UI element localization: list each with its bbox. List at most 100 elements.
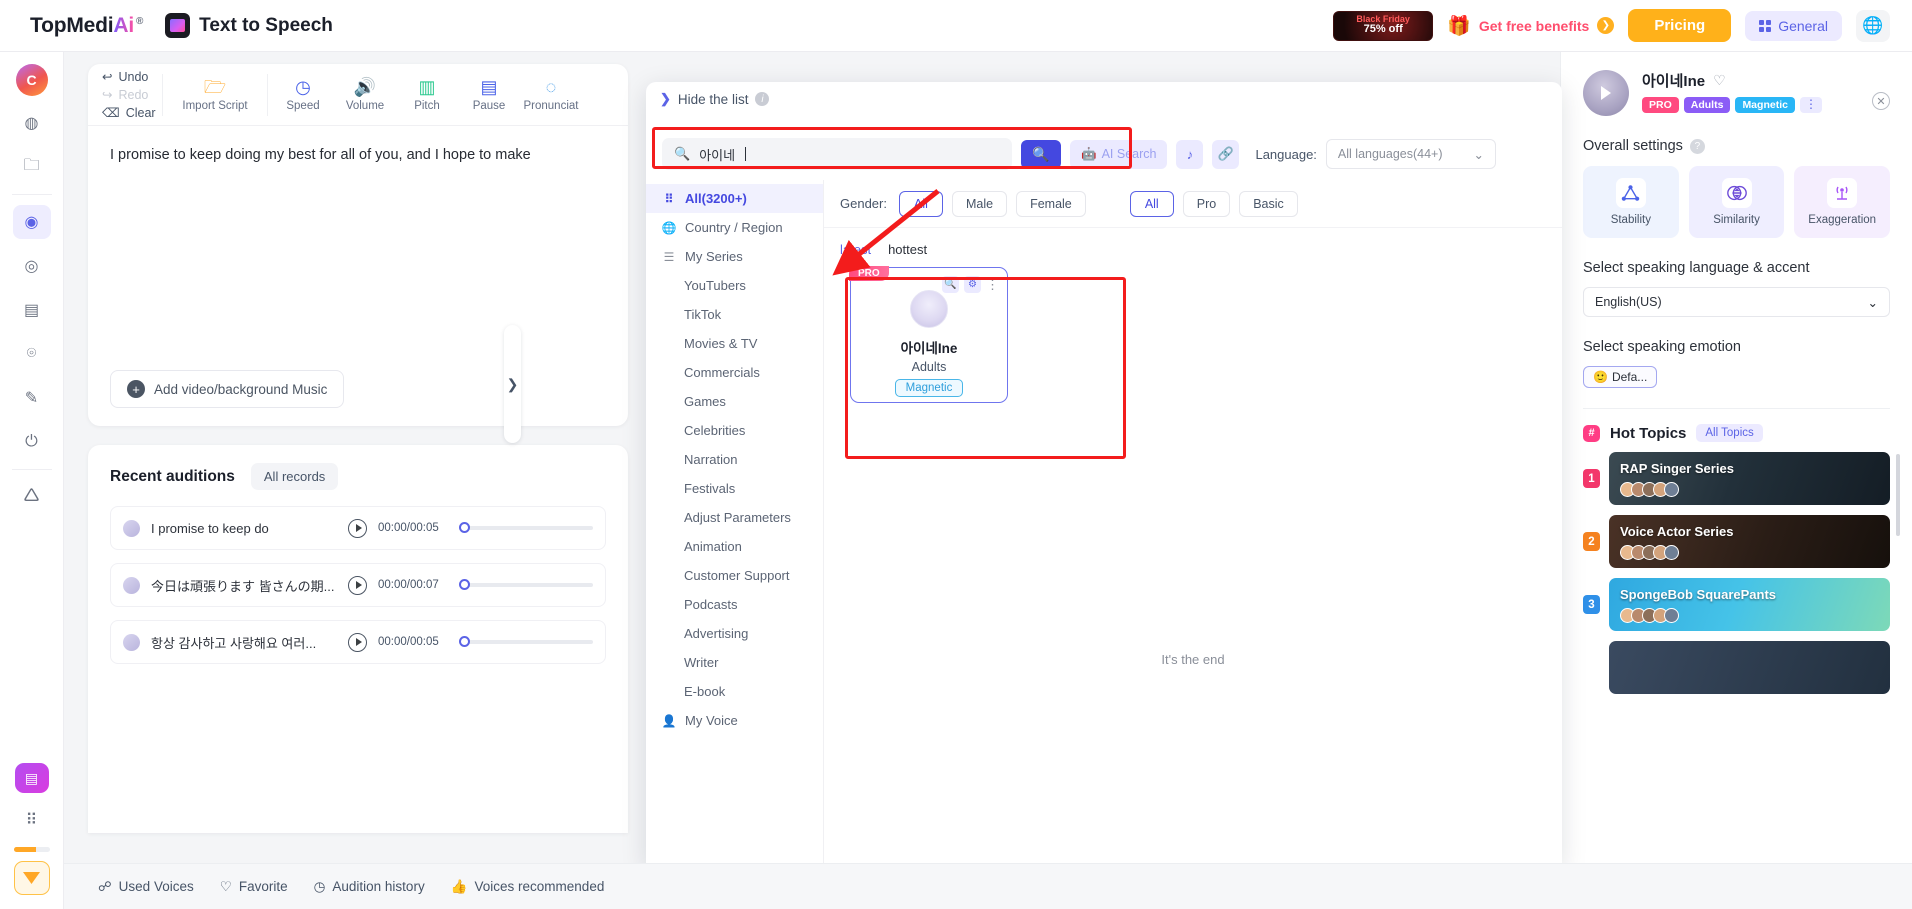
- expand-panel-handle[interactable]: ❯: [504, 325, 521, 443]
- voice-card[interactable]: PRO 🔍 ⚙ ⋮ 아이네Ine Adults Magnetic: [849, 266, 1008, 403]
- sidebar-item-games[interactable]: Games: [646, 387, 823, 416]
- info-icon[interactable]: i: [755, 92, 770, 106]
- general-button[interactable]: General: [1745, 10, 1842, 41]
- similarity-setting-button[interactable]: Similarity: [1688, 166, 1785, 238]
- gender-chip-male[interactable]: Male: [951, 190, 1008, 217]
- pronunciation-button[interactable]: ◌ Pronunciat: [520, 78, 582, 112]
- audio-progress-slider[interactable]: [459, 522, 593, 533]
- apps-grid-icon[interactable]: ⠿: [13, 803, 51, 837]
- topics-scrollbar[interactable]: [1896, 454, 1900, 536]
- list-item[interactable]: 2 Voice Actor Series: [1583, 515, 1890, 568]
- more-options-icon[interactable]: ⋮: [1799, 97, 1822, 113]
- sidebar-item-advertising[interactable]: Advertising: [646, 619, 823, 648]
- pause-button[interactable]: ▤ Pause: [458, 78, 520, 112]
- play-icon[interactable]: [348, 575, 367, 595]
- audition-history-button[interactable]: ◷ Audition history: [314, 879, 425, 895]
- heart-icon[interactable]: ♡: [1713, 72, 1726, 89]
- upload-audio-button[interactable]: ♪: [1176, 139, 1204, 169]
- undo-button[interactable]: ↩ Undo: [102, 69, 158, 85]
- stability-setting-button[interactable]: Stability: [1583, 166, 1679, 238]
- close-icon[interactable]: ✕: [1872, 92, 1890, 110]
- folder-icon[interactable]: 🗀: [13, 150, 51, 184]
- sidebar-item-narration[interactable]: Narration: [646, 445, 823, 474]
- text-to-speech-icon[interactable]: ◉: [12, 205, 51, 239]
- preview-search-icon[interactable]: 🔍: [942, 276, 959, 293]
- search-input[interactable]: 🔍 아이네: [662, 138, 1012, 170]
- audio-progress-slider[interactable]: [459, 579, 593, 590]
- list-item[interactable]: 3 SpongeBob SquarePants: [1583, 578, 1890, 631]
- speed-button[interactable]: ◷ Speed: [272, 78, 334, 112]
- briefcase-icon[interactable]: 🛆: [13, 480, 51, 514]
- sidebar-item-customer-support[interactable]: Customer Support: [646, 561, 823, 590]
- slider-knob[interactable]: [459, 636, 470, 647]
- sidebar-item-adjust-parameters[interactable]: Adjust Parameters: [646, 503, 823, 532]
- pricing-button[interactable]: Pricing: [1628, 9, 1732, 42]
- voice-preview-play-button[interactable]: [1583, 70, 1629, 116]
- speaking-emotion-chip[interactable]: 🙂 Defa...: [1583, 366, 1658, 388]
- play-icon[interactable]: [348, 518, 367, 538]
- dashboard-icon[interactable]: ◍: [13, 106, 51, 140]
- sidebar-item-youtubers[interactable]: YouTubers: [646, 271, 823, 300]
- sidebar-item-my-voice[interactable]: 👤 My Voice: [646, 706, 823, 735]
- paste-link-button[interactable]: 🔗: [1212, 139, 1240, 169]
- add-background-music-button[interactable]: + Add video/background Music: [110, 370, 345, 408]
- exaggeration-setting-button[interactable]: Exaggeration: [1794, 166, 1891, 238]
- ai-writer-icon[interactable]: ✎: [13, 381, 51, 415]
- search-submit-button[interactable]: 🔍: [1021, 139, 1061, 169]
- language-filter-select[interactable]: All languages(44+) ⌄: [1325, 139, 1496, 169]
- speaker-icon[interactable]: ⏻: [13, 425, 51, 459]
- audio-progress-slider[interactable]: [459, 636, 593, 647]
- sidebar-item-celebrities[interactable]: Celebrities: [646, 416, 823, 445]
- clear-button[interactable]: ⌫ Clear: [102, 105, 158, 121]
- all-records-button[interactable]: All records: [250, 463, 339, 490]
- brand-logo[interactable]: TopMediAi ® Text to Speech: [30, 13, 333, 38]
- tier-chip-all[interactable]: All: [1129, 190, 1174, 217]
- sidebar-item-ebook[interactable]: E-book: [646, 677, 823, 706]
- voice-changer-icon[interactable]: ◎: [13, 249, 51, 283]
- table-row[interactable]: 항상 감사하고 사랑해요 여러... 00:00/00:05: [110, 620, 606, 664]
- redo-button[interactable]: ↪ Redo: [102, 87, 158, 103]
- script-textarea[interactable]: I promise to keep doing my best for all …: [88, 126, 628, 366]
- video-translate-icon[interactable]: ▤: [13, 293, 51, 327]
- used-voices-button[interactable]: ☍ Used Voices: [98, 879, 194, 895]
- help-icon[interactable]: ?: [1689, 138, 1705, 154]
- sort-latest[interactable]: latest: [840, 242, 871, 257]
- topic-card[interactable]: RAP Singer Series: [1609, 452, 1890, 505]
- hide-the-list-button[interactable]: ❯ Hide the list i: [660, 91, 770, 107]
- slider-knob[interactable]: [459, 579, 470, 590]
- topic-card[interactable]: Voice Actor Series: [1609, 515, 1890, 568]
- tier-chip-basic[interactable]: Basic: [1239, 190, 1298, 217]
- voices-recommended-button[interactable]: 👍 Voices recommended: [451, 879, 605, 895]
- sidebar-item-animation[interactable]: Animation: [646, 532, 823, 561]
- get-free-benefits-button[interactable]: 🎁 Get free benefits ❯: [1447, 14, 1615, 38]
- all-topics-button[interactable]: All Topics: [1696, 424, 1763, 442]
- language-globe-button[interactable]: 🌐: [1856, 9, 1890, 42]
- volume-button[interactable]: 🔊 Volume: [334, 78, 396, 112]
- play-icon[interactable]: [348, 632, 367, 652]
- table-row[interactable]: I promise to keep do 00:00/00:05: [110, 506, 606, 550]
- sort-hottest[interactable]: hottest: [888, 242, 927, 257]
- topic-card[interactable]: SpongeBob SquarePants: [1609, 578, 1890, 631]
- slider-knob[interactable]: [459, 522, 470, 533]
- sidebar-item-my-series[interactable]: ☰ My Series: [646, 242, 823, 271]
- topic-card[interactable]: [1609, 641, 1890, 694]
- upgrade-icon[interactable]: [13, 861, 50, 895]
- pitch-button[interactable]: ▥ Pitch: [396, 78, 458, 112]
- user-avatar[interactable]: C: [15, 64, 48, 96]
- import-script-button[interactable]: 🗁 Import Script: [167, 78, 263, 112]
- sidebar-item-country-region[interactable]: 🌐 Country / Region: [646, 213, 823, 242]
- sidebar-item-all[interactable]: ⠿ All(3200+): [646, 184, 823, 213]
- sidebar-item-podcasts[interactable]: Podcasts: [646, 590, 823, 619]
- sidebar-item-festivals[interactable]: Festivals: [646, 474, 823, 503]
- gender-chip-all[interactable]: All: [898, 190, 943, 217]
- tier-chip-pro[interactable]: Pro: [1182, 190, 1231, 217]
- sidebar-item-commercials[interactable]: Commercials: [646, 358, 823, 387]
- sidebar-item-tiktok[interactable]: TikTok: [646, 300, 823, 329]
- favorite-button[interactable]: ♡ Favorite: [220, 879, 288, 895]
- ai-search-button[interactable]: 🤖 AI Search: [1070, 139, 1168, 169]
- list-item[interactable]: [1583, 641, 1890, 694]
- gender-chip-female[interactable]: Female: [1016, 190, 1086, 217]
- gift-card-icon[interactable]: ▤: [14, 763, 49, 793]
- list-item[interactable]: 1 RAP Singer Series: [1583, 452, 1890, 505]
- sidebar-item-writer[interactable]: Writer: [646, 648, 823, 677]
